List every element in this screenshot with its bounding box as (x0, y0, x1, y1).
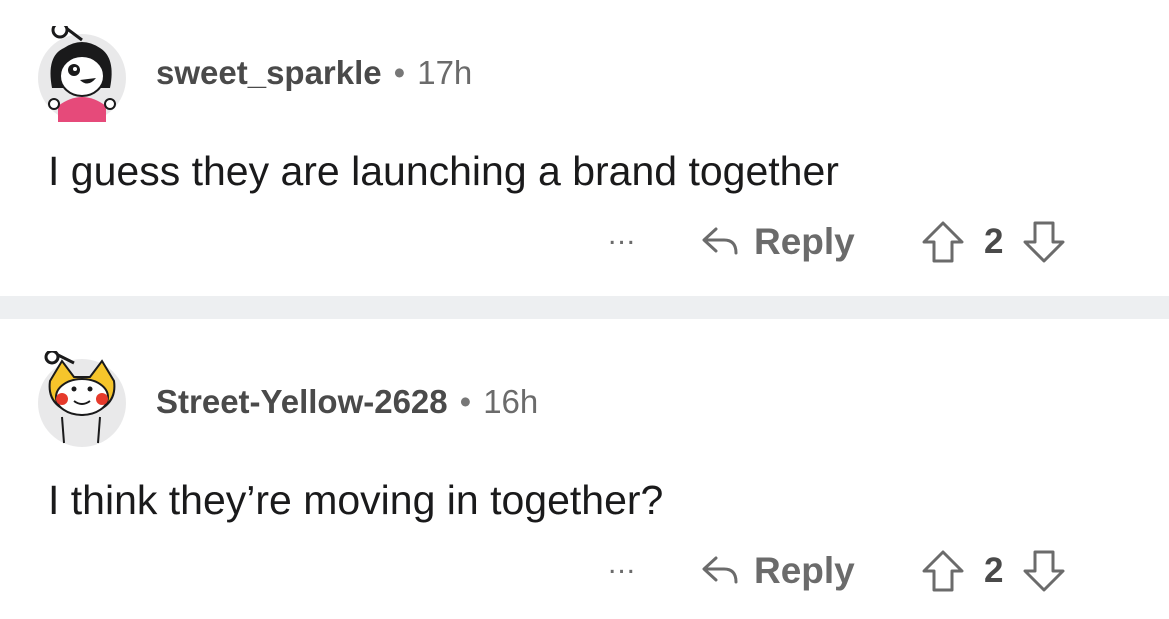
timestamp: 17h (417, 54, 473, 91)
downvote-icon[interactable] (1021, 548, 1067, 594)
avatar-icon (38, 21, 126, 122)
username-link[interactable]: sweet_sparkle (156, 54, 382, 91)
upvote-icon[interactable] (920, 219, 966, 265)
reply-arrow-icon (702, 556, 738, 584)
comment-body: I guess they are launching a brand toget… (48, 148, 839, 194)
meta-separator: • (393, 54, 406, 91)
meta-separator: • (459, 383, 472, 420)
username-link[interactable]: Street-Yellow-2628 (156, 383, 448, 420)
vote-count: 2 (984, 551, 1004, 590)
reply-label: Reply (754, 550, 855, 591)
vote-controls: 2 (920, 541, 1067, 601)
comment-body: I think they’re moving in together? (48, 477, 664, 523)
vote-count: 2 (984, 222, 1004, 261)
avatar-icon (38, 349, 126, 447)
reply-button[interactable]: Reply (700, 541, 855, 601)
comment-meta: sweet_sparkle • 17h (156, 54, 472, 92)
avatar[interactable] (34, 21, 130, 122)
more-options-icon[interactable]: ... (608, 218, 636, 252)
comment-divider (0, 296, 1169, 319)
vote-controls: 2 (920, 212, 1067, 272)
comment-actions: ... Reply 2 (0, 541, 1169, 601)
comment-meta: Street-Yellow-2628 • 16h (156, 383, 538, 421)
timestamp: 16h (483, 383, 539, 420)
upvote-icon[interactable] (920, 548, 966, 594)
reply-button[interactable]: Reply (700, 212, 855, 272)
comment-actions: ... Reply 2 (0, 212, 1169, 272)
reply-label: Reply (754, 221, 855, 262)
downvote-icon[interactable] (1021, 219, 1067, 265)
avatar[interactable] (34, 349, 130, 447)
comment: sweet_sparkle • 17h I guess they are launc… (0, 0, 1169, 296)
comment: Street-Yellow-2628 • 16h I think they’re m… (0, 319, 1169, 619)
reply-arrow-icon (702, 227, 738, 255)
more-options-icon[interactable]: ... (608, 547, 636, 581)
